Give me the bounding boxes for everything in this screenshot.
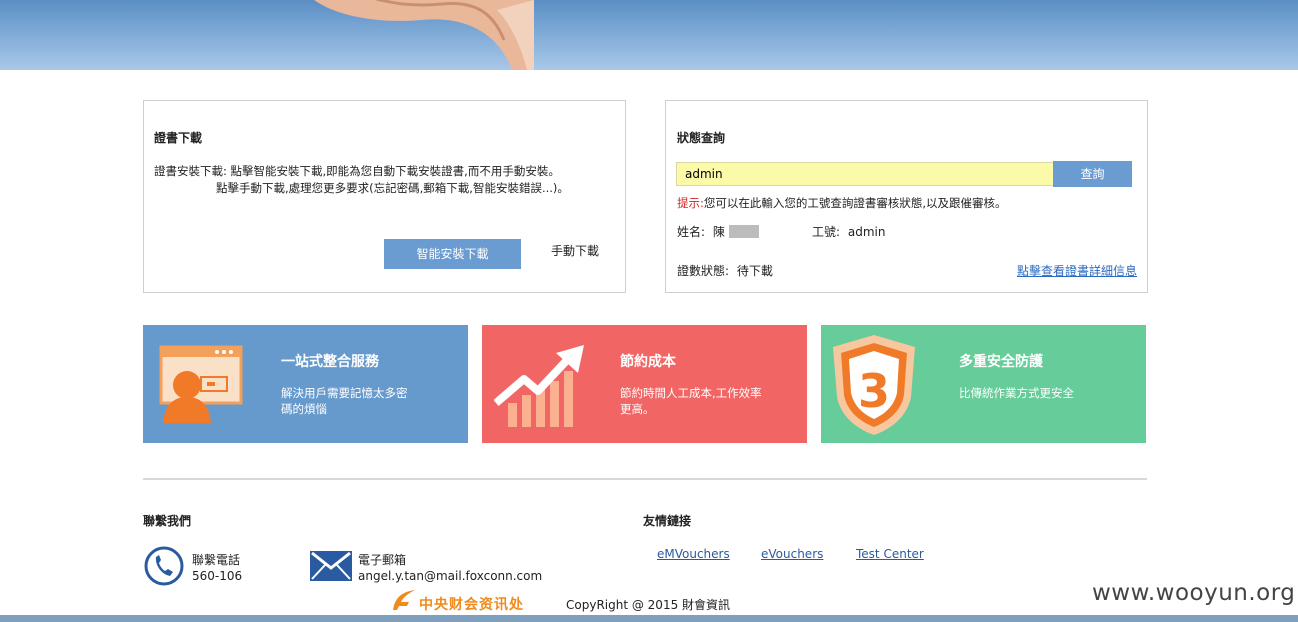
smart-install-download-button[interactable]: 智能安裝下載 bbox=[384, 239, 521, 269]
cert-status-row: 證數狀態: 待下載 bbox=[677, 262, 773, 279]
friend-links-title: 友情鏈接 bbox=[643, 514, 692, 528]
tip-row: 提示:您可以在此輸入您的工號查詢證書審核狀態,以及跟催審核。 bbox=[677, 195, 1007, 211]
tip-label: 提示: bbox=[677, 196, 704, 210]
finance-logo-icon bbox=[393, 590, 415, 610]
manual-download-link[interactable]: 手動下載 bbox=[551, 242, 599, 259]
cert-status-value: 待下載 bbox=[736, 264, 773, 278]
tile-3-desc: 比傳統作業方式更安全 bbox=[959, 386, 1074, 400]
svg-text:3: 3 bbox=[858, 364, 890, 418]
phone-value: 560-106 bbox=[192, 569, 243, 583]
link-emvouchers[interactable]: eMVouchers bbox=[657, 547, 730, 561]
phone-icon bbox=[144, 546, 184, 586]
hand-image bbox=[314, 0, 534, 70]
cert-download-panel: 證書下載 證書安裝下載: 點擊智能安裝下載,即能為您自動下載安裝證書,而不用手動… bbox=[143, 100, 626, 293]
growth-chart-icon bbox=[494, 345, 584, 427]
employee-id-input[interactable] bbox=[676, 162, 1056, 186]
tile-1-title: 一站式整合服務 bbox=[281, 354, 379, 370]
cert-download-desc-1: 證書安裝下載: 點擊智能安裝下載,即能為您自動下載安裝證書,而不用手動安裝。 bbox=[154, 164, 560, 178]
empno-label: 工號: bbox=[812, 225, 841, 239]
contact-title: 聯繫我們 bbox=[143, 514, 192, 528]
tile-cost-saving: 節約成本 節約時間人工成本,工作效率更高。 bbox=[482, 325, 807, 443]
empno-row: 工號: admin bbox=[812, 223, 885, 240]
user-screen-icon bbox=[159, 345, 243, 423]
tile-3-title: 多重安全防護 bbox=[959, 354, 1043, 370]
tile-2-title: 節約成本 bbox=[620, 354, 676, 370]
phone-label: 聯繫電話 bbox=[192, 553, 241, 567]
tile-security: 3 多重安全防護 比傳統作業方式更安全 bbox=[821, 325, 1146, 443]
cert-download-title: 證書下載 bbox=[154, 131, 203, 145]
status-query-panel: 狀態查詢 查詢 提示:您可以在此輸入您的工號查詢證書審核狀態,以及跟催審核。 姓… bbox=[665, 100, 1148, 293]
email-value[interactable]: angel.y.tan@mail.foxconn.com bbox=[358, 569, 542, 583]
copyright: CopyRight @ 2015 財會資訊 bbox=[566, 598, 731, 612]
cert-detail-link[interactable]: 點擊查看證書詳細信息 bbox=[1017, 262, 1137, 279]
watermark: www.wooyun.org bbox=[1092, 580, 1296, 606]
name-label: 姓名: bbox=[677, 225, 706, 239]
cert-download-desc-2: 點擊手動下載,處理您更多要求(忘記密碼,郵箱下載,智能安裝錯誤...)。 bbox=[216, 181, 569, 195]
name-redaction bbox=[728, 225, 759, 238]
link-evouchers[interactable]: eVouchers bbox=[761, 547, 823, 561]
link-test-center[interactable]: Test Center bbox=[856, 547, 924, 561]
shield-3-icon: 3 bbox=[833, 335, 915, 435]
bottom-bar bbox=[0, 615, 1298, 622]
empno-value: admin bbox=[847, 225, 886, 239]
name-value: 陳 bbox=[712, 225, 725, 239]
query-button[interactable]: 查詢 bbox=[1053, 161, 1132, 187]
hero-banner bbox=[0, 0, 1298, 70]
tip-text: 您可以在此輸入您的工號查詢證書審核狀態,以及跟催審核。 bbox=[703, 196, 1007, 210]
tile-2-desc: 節約時間人工成本,工作效率更高。 bbox=[620, 386, 762, 416]
name-row: 姓名: 陳 bbox=[677, 223, 759, 240]
status-query-title: 狀態查詢 bbox=[677, 131, 726, 145]
email-label: 電子郵箱 bbox=[358, 553, 407, 567]
tile-1-desc: 解決用戶需要記憶太多密碼的煩惱 bbox=[281, 386, 408, 416]
footer-divider bbox=[143, 478, 1147, 480]
finance-logo-text: 中央财会资讯处 bbox=[419, 597, 524, 613]
tile-integrated-service: 一站式整合服務 解決用戶需要記憶太多密碼的煩惱 bbox=[143, 325, 468, 443]
email-icon bbox=[310, 551, 352, 581]
cert-status-label: 證數狀態: bbox=[677, 264, 730, 278]
